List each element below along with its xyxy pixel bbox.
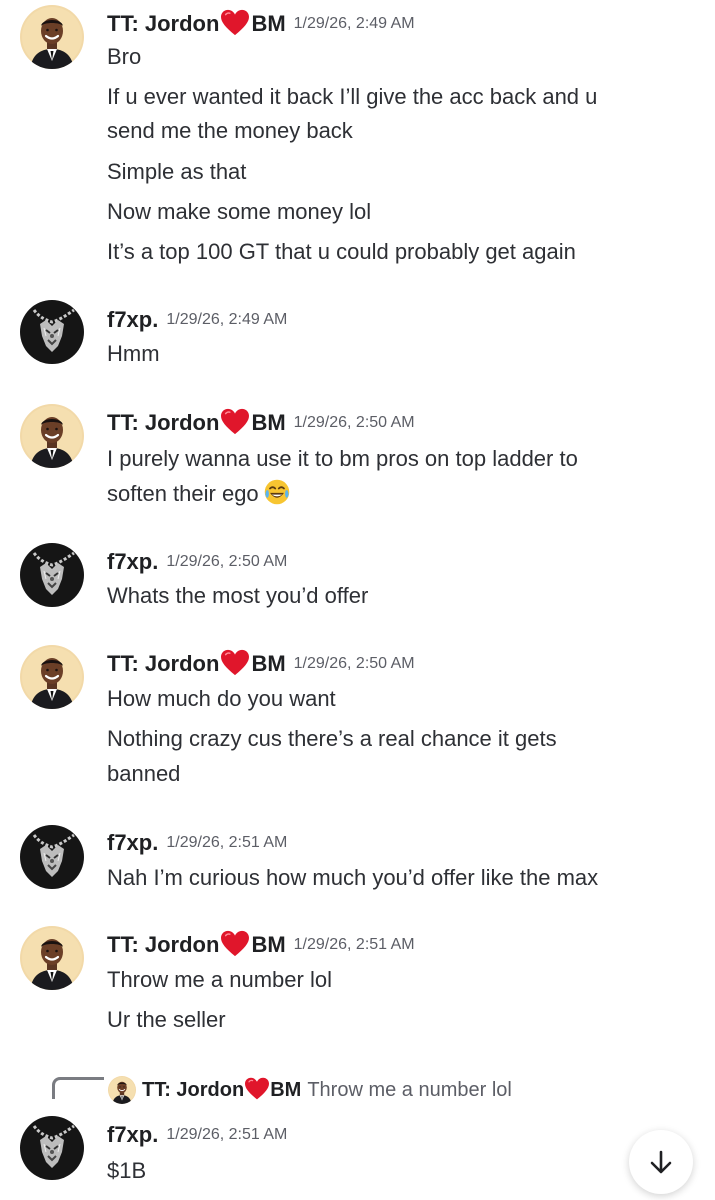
username[interactable]: f7xp. — [107, 549, 158, 574]
timestamp: 1/29/26, 2:50 AM — [293, 413, 415, 431]
timestamp: 1/29/26, 2:51 AM — [166, 1126, 288, 1143]
avatar[interactable] — [20, 5, 84, 69]
message-header: f7xp. 1/29/26, 2:50 AM — [107, 548, 287, 576]
message-text: Simple as that — [107, 159, 247, 184]
message-header: f7xp. 1/29/26, 2:51 AM — [107, 1121, 287, 1149]
message-header: TT: Jordon BM 1/29/26, 2:50 AM — [107, 408, 415, 436]
username[interactable]: f7xp. — [107, 1122, 158, 1147]
red-heart-icon — [220, 649, 250, 677]
username[interactable]: TT: Jordon BM — [107, 651, 286, 676]
timestamp: 1/29/26, 2:49 AM — [166, 311, 288, 328]
message-header: TT: Jordon BM 1/29/26, 2:49 AM — [107, 9, 415, 37]
message-header: TT: Jordon BM 1/29/26, 2:51 AM — [107, 930, 415, 958]
avatar[interactable] — [20, 300, 84, 364]
message-text: Hmm — [107, 341, 160, 366]
avatar[interactable] — [20, 825, 84, 889]
message-header: f7xp. 1/29/26, 2:49 AM — [107, 306, 287, 334]
message-text: Bro — [107, 44, 142, 69]
message-text: I purely wanna use it to bm pros on top … — [107, 446, 578, 471]
timestamp: 1/29/26, 2:50 AM — [166, 553, 288, 570]
message-text: If u ever wanted it back I’ll give the a… — [107, 84, 598, 109]
red-heart-icon — [220, 408, 250, 436]
tears-of-joy-icon — [264, 479, 289, 505]
username[interactable]: TT: Jordon BM — [107, 410, 286, 435]
avatar[interactable] — [20, 645, 84, 709]
reply-text: Throw me a number lol — [307, 1079, 512, 1101]
red-heart-icon — [220, 930, 250, 958]
timestamp: 1/29/26, 2:51 AM — [293, 935, 415, 953]
reply-connector — [52, 1077, 104, 1099]
arrow-down-icon — [650, 1150, 672, 1174]
jump-to-bottom-button[interactable] — [629, 1130, 693, 1194]
message-header: TT: Jordon BM 1/29/26, 2:50 AM — [107, 649, 415, 677]
message-text: Nothing crazy cus there’s a real chance … — [107, 726, 557, 751]
message-text: How much do you want — [107, 686, 336, 711]
message-text: Whats the most you’d offer — [107, 583, 369, 608]
avatar[interactable] — [20, 1116, 84, 1180]
timestamp: 1/29/26, 2:50 AM — [293, 654, 415, 672]
reply-username: TT: Jordon BM — [142, 1077, 302, 1101]
timestamp: 1/29/26, 2:49 AM — [293, 14, 415, 32]
message-text: banned — [107, 761, 181, 786]
message-text: Nah I’m curious how much you’d offer lik… — [107, 865, 599, 890]
message-text: Throw me a number lol — [107, 967, 332, 992]
username[interactable]: f7xp. — [107, 307, 158, 332]
avatar[interactable] — [20, 926, 84, 990]
message-text: $1B — [107, 1158, 147, 1183]
avatar[interactable] — [20, 404, 84, 468]
reply-preview[interactable]: TT: Jordon BM Throw me a number lol — [108, 1074, 512, 1106]
message-text: soften their ego — [107, 477, 697, 511]
message-header: f7xp. 1/29/26, 2:51 AM — [107, 829, 287, 857]
avatar[interactable] — [20, 543, 84, 607]
username[interactable]: TT: Jordon BM — [107, 11, 286, 36]
message-text: It’s a top 100 GT that u could probably … — [107, 239, 576, 264]
red-heart-icon — [244, 1077, 270, 1101]
red-heart-icon — [220, 9, 250, 37]
message-text: Now make some money lol — [107, 199, 372, 224]
username[interactable]: TT: Jordon BM — [107, 932, 286, 957]
reply-avatar — [108, 1076, 136, 1104]
message-text: send me the money back — [107, 118, 353, 143]
message-text: Ur the seller — [107, 1007, 226, 1032]
timestamp: 1/29/26, 2:51 AM — [166, 834, 288, 851]
username[interactable]: f7xp. — [107, 830, 158, 855]
